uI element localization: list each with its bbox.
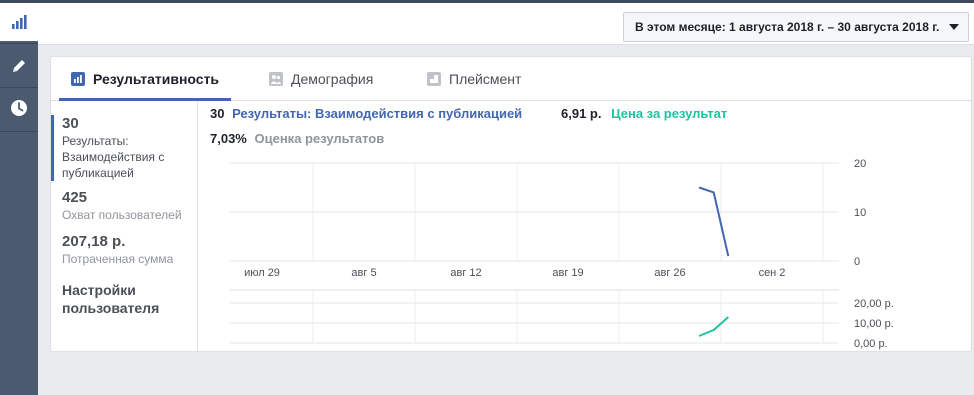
rail-item-insights[interactable] [0,3,38,41]
metric-value: 207,18 р. [62,233,126,250]
clock-icon [11,100,27,116]
metric-label: Охват пользователей [62,208,182,222]
rate-label: Оценка результатов [254,131,385,146]
metric-results[interactable]: 30 Результаты: Взаимодействия с публикац… [51,115,197,181]
date-range-dropdown[interactable]: В этом месяце: 1 августа 2018 г. – 30 ав… [623,12,969,42]
bar-chart-icon [71,72,85,86]
tab-label: Результативность [93,71,220,87]
date-range-label: В этом месяце: 1 августа 2018 г. – 30 ав… [635,20,940,34]
x-tick-label: авг 5 [351,267,376,279]
metric-reach[interactable]: 425 Охват пользователей [51,189,197,223]
people-icon [269,72,283,86]
results-chart: 20 10 0 июл 29 авг 5 авг 12 авг 19 авг 26 сен 2 2… [229,158,894,350]
insights-header: В этом месяце: 1 августа 2018 г. – 30 ав… [38,3,974,45]
y-tick-label: 0 [854,256,860,268]
tab-demographics[interactable]: Демография [269,57,373,101]
metric-label: Результаты: Взаимодействия с публикацией [62,134,165,180]
x-tick-label: авг 19 [552,267,583,279]
cost-series-line [698,316,729,337]
insights-card: Результативность Демография Плейсмент 30… [50,56,972,352]
rail-divider [0,43,38,44]
y-tick-label: 20,00 р. [854,298,894,310]
rate-value: 7,03% [210,131,247,146]
x-tick-label: июл 29 [244,267,280,279]
bar-chart-icon [12,15,27,29]
placement-icon [427,72,441,86]
tab-performance[interactable]: Результативность [71,57,219,101]
user-settings-link[interactable]: Настройки пользователя [62,281,172,317]
rate-summary: 7,03% Оценка результатов [210,131,384,146]
x-tick-label: сен 2 [759,267,786,279]
tab-label: Плейсмент [449,71,522,87]
results-value: 30 [210,106,225,121]
cost-summary: 6,91 р. Цена за результат [561,106,727,121]
caret-down-icon [949,24,959,30]
results-series-line [698,186,730,257]
left-rail [0,3,38,395]
rail-item-history[interactable] [0,89,38,127]
cost-value: 6,91 р. [561,106,602,121]
tab-bar: Результативность Демография Плейсмент [51,57,971,101]
metrics-sidebar: 30 Результаты: Взаимодействия с публикац… [51,101,198,351]
metric-value: 425 [62,189,88,206]
pencil-icon [13,60,25,72]
results-label[interactable]: Результаты: Взаимодействия с публикацией [232,106,522,121]
tab-label: Демография [291,71,374,87]
y-tick-label: 10,00 р. [854,318,894,330]
rail-divider [0,87,38,88]
y-tick-label: 0,00 р. [854,338,888,350]
tab-placement[interactable]: Плейсмент [427,57,521,101]
x-tick-label: авг 12 [450,267,481,279]
metric-value: 30 [62,115,79,132]
metric-spend[interactable]: 207,18 р. Потраченная сумма [51,233,197,267]
x-tick-label: авг 26 [654,267,685,279]
results-summary: 30 Результаты: Взаимодействия с публикац… [210,106,522,121]
y-tick-label: 20 [854,158,866,170]
cost-label[interactable]: Цена за результат [611,106,727,121]
rail-item-edit[interactable] [0,47,38,85]
metric-label: Потраченная сумма [62,252,174,266]
rail-divider [0,131,38,132]
y-tick-label: 10 [854,207,866,219]
